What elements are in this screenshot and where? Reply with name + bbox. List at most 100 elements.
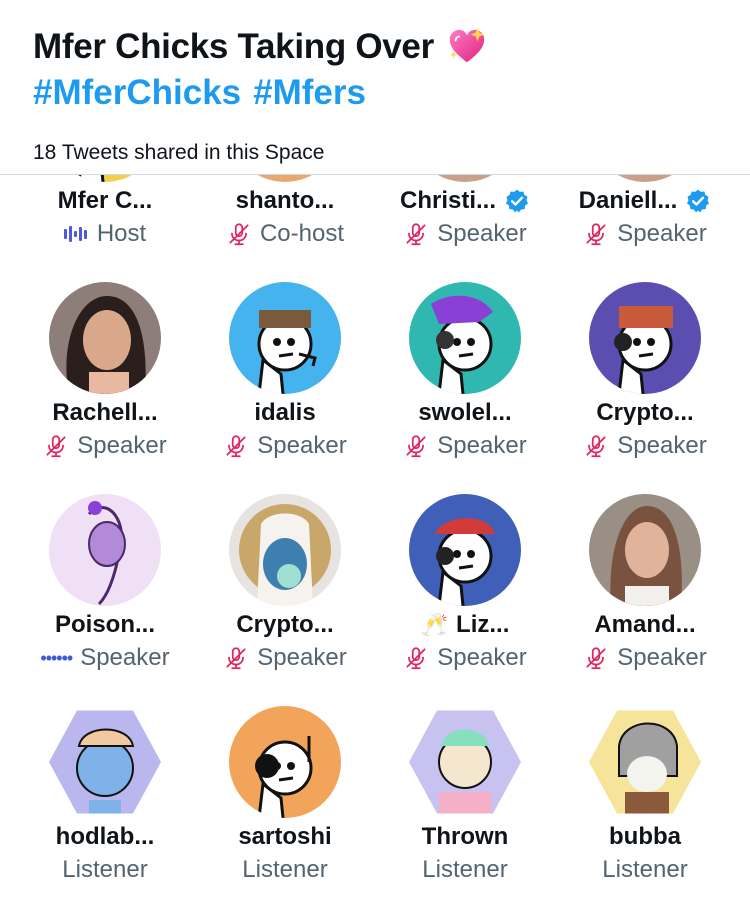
participant-role: Listener [62,856,148,883]
participant-name: swolel... [418,399,512,426]
title-line: Mfer Chicks Taking Over [33,26,488,68]
participant-card[interactable]: Rachell... Speaker [15,282,195,494]
participant-role: Listener [422,856,508,883]
participant-role-row: Speaker [15,432,195,460]
participant-role-row: Listener [375,856,555,884]
participant-role: Speaker [80,644,170,671]
participant-name-row: 🥂 Liz... [375,611,555,639]
tweets-shared-link[interactable]: 18 Tweets shared in this Space [33,141,324,165]
participant-card[interactable]: Crypto... Speaker [555,282,735,494]
verified-badge-icon [505,189,529,213]
participant-role-row: Speaker [555,644,735,672]
participant-role-row: Co-host [195,220,375,248]
avatar[interactable] [589,494,701,606]
connecting-dots-icon: •••••• [40,647,73,668]
participant-name-row: Thrown [375,823,555,851]
participant-name: Rachell... [52,399,158,426]
clinking-glasses-icon: 🥂 [420,612,449,637]
participant-card[interactable]: Amand... Speaker [555,494,735,706]
participant-name-row: hodlab... [15,823,195,851]
participant-name: Crypto... [236,611,334,638]
participant-name-row: sartoshi [195,823,375,851]
participant-role-row: Speaker [375,220,555,248]
participant-name-row: swolel... [375,399,555,427]
avatar[interactable] [229,282,341,394]
mic-off-icon [586,435,606,458]
participant-name-row: Christi... [375,187,555,215]
participant-card[interactable]: Thrown Listener [375,706,555,918]
verified-badge-icon [687,189,710,213]
participant-role: Speaker [257,432,347,459]
mic-off-icon [406,435,426,458]
mic-off-icon [229,223,249,246]
participant-name-row: Amand... [555,611,735,639]
hashtags: #MferChicks #Mfers [33,73,378,113]
participant-name: Christi... [399,187,496,214]
participant-role: Listener [602,856,688,883]
participant-card[interactable]: 🥂 Liz... Speaker [375,494,555,706]
mic-off-icon [226,435,246,458]
participant-name-row: Crypto... [195,611,375,639]
mic-off-icon [226,647,246,670]
participant-role-row: Speaker [555,432,735,460]
participant-name: sartoshi [238,823,332,850]
participant-role-row: Speaker [195,432,375,460]
speaking-wave-icon [63,224,89,244]
participant-role: Speaker [437,220,527,247]
participant-role: Speaker [77,432,167,459]
participant-role: Speaker [617,644,707,671]
hashtag-link[interactable]: #MferChicks [33,73,241,113]
avatar[interactable] [49,282,161,394]
participant-role: Co-host [259,220,345,247]
avatar[interactable] [229,494,341,606]
participant-role-row: Speaker [375,432,555,460]
participant-card[interactable]: Crypto... Speaker [195,494,375,706]
participant-role-row: Listener [195,856,375,884]
participant-card[interactable]: Poison... •••••• Speaker [15,494,195,706]
participant-name-row: bubba [555,823,735,851]
participant-card[interactable]: sartoshi Listener [195,706,375,918]
mic-off-icon [406,647,426,670]
participant-name-row: Poison... [15,611,195,639]
participant-role: Speaker [617,432,707,459]
mic-off-icon [586,647,606,670]
avatar[interactable] [49,710,161,814]
participant-name-row: shanto... [195,187,375,215]
mic-off-icon [586,223,606,246]
participant-name-row: Rachell... [15,399,195,427]
hashtag-link[interactable]: #Mfers [253,73,366,113]
participant-name: Crypto... [596,399,694,426]
participant-name: bubba [609,823,681,850]
participant-card[interactable]: idalis Speaker [195,282,375,494]
space-title: Mfer Chicks Taking Over [33,27,434,66]
avatar[interactable] [409,282,521,394]
participant-name-row: Crypto... [555,399,735,427]
avatar[interactable] [589,710,701,814]
participant-name-row: Daniell... [555,187,735,215]
participant-name-row: idalis [195,399,375,427]
participant-role-row: Listener [15,856,195,884]
mic-off-icon [46,435,66,458]
avatar[interactable] [49,494,161,606]
participant-card[interactable]: hodlab... Listener [15,706,195,918]
avatar[interactable] [409,494,521,606]
participant-name: Amand... [594,611,696,638]
participant-role: Listener [242,856,328,883]
participant-card[interactable]: bubba Listener [555,706,735,918]
space-header: Mfer Chicks Taking Over #MferChicks #Mfe… [0,0,750,175]
header-divider [0,174,750,175]
avatar[interactable] [409,710,521,814]
avatar[interactable] [229,706,341,818]
avatar[interactable] [589,282,701,394]
participant-name: Liz... [456,611,510,638]
participant-role: Speaker [617,220,707,247]
participant-role: Speaker [437,644,527,671]
participant-role-row: Speaker [555,220,735,248]
participant-role: Speaker [437,432,527,459]
mic-off-icon [406,223,426,246]
participant-role-row: Host [15,220,195,248]
participant-name: shanto... [235,187,335,214]
participant-role: Speaker [257,644,347,671]
participant-name: Daniell... [578,187,678,214]
participant-card[interactable]: swolel... Speaker [375,282,555,494]
